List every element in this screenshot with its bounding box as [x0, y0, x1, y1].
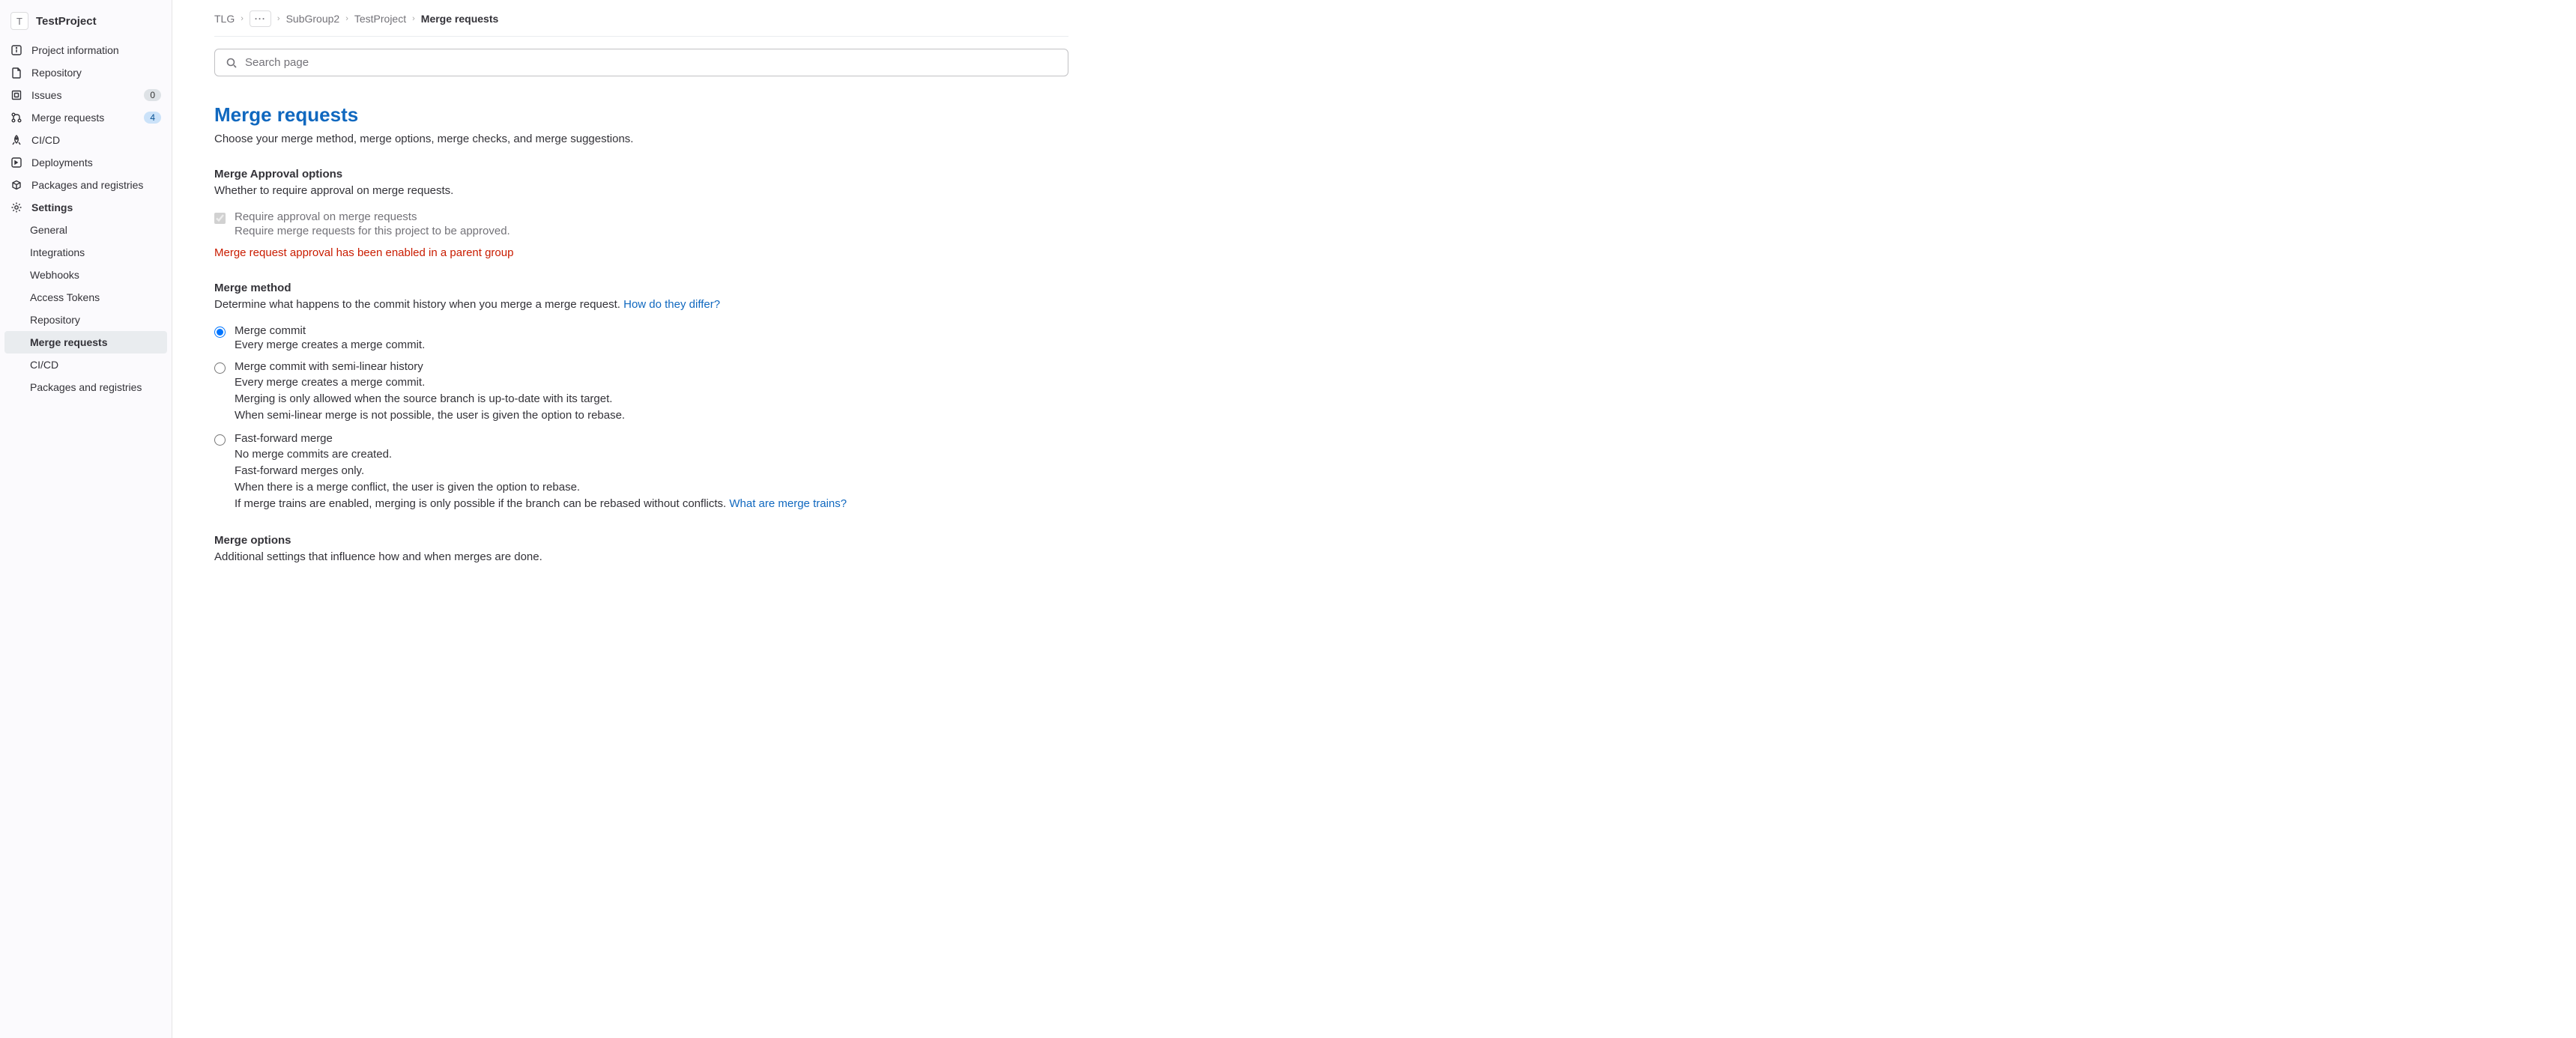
merge-method-option-fastforward[interactable]: Fast-forward merge No merge commits are …: [214, 432, 1068, 512]
sidebar-item-issues[interactable]: Issues 0: [0, 84, 172, 106]
sidebar: T TestProject Project information Reposi…: [0, 0, 172, 1038]
merge-method-section: Merge method Determine what happens to t…: [214, 282, 1068, 512]
fast-forward-label: Fast-forward merge: [235, 432, 847, 445]
project-header[interactable]: T TestProject: [0, 6, 172, 39]
chevron-right-icon: ›: [345, 14, 348, 23]
sidebar-sub-label: Repository: [30, 314, 161, 326]
sidebar-item-project-info[interactable]: Project information: [0, 39, 172, 61]
sidebar-item-merge-requests[interactable]: Merge requests 4: [0, 106, 172, 129]
sidebar-item-settings[interactable]: Settings: [0, 196, 172, 219]
sidebar-sub-label: Access Tokens: [30, 291, 161, 303]
sidebar-sub-merge-requests[interactable]: Merge requests: [4, 331, 167, 353]
document-icon: [10, 67, 22, 79]
merge-options-desc: Additional settings that influence how a…: [214, 550, 1068, 563]
merge-method-title: Merge method: [214, 282, 1068, 294]
sidebar-item-packages[interactable]: Packages and registries: [0, 174, 172, 196]
sidebar-sub-packages[interactable]: Packages and registries: [0, 376, 172, 398]
sidebar-sub-label: Integrations: [30, 246, 161, 258]
page-title: Merge requests: [214, 103, 1068, 127]
merge-method-help-link[interactable]: How do they differ?: [623, 298, 720, 311]
sidebar-item-label: Packages and registries: [31, 179, 161, 191]
search-page[interactable]: [214, 49, 1068, 76]
breadcrumb-item-current: Merge requests: [421, 13, 498, 25]
merge-commit-sub: Every merge creates a merge commit.: [235, 339, 425, 351]
require-approval-label: Require approval on merge requests: [235, 210, 510, 223]
settings-subnav: General Integrations Webhooks Access Tok…: [0, 219, 172, 398]
issues-icon: [10, 89, 22, 101]
sidebar-sub-webhooks[interactable]: Webhooks: [0, 264, 172, 286]
fast-forward-radio[interactable]: [214, 434, 226, 446]
sidebar-badge: 0: [144, 89, 161, 101]
main-content: TLG › ··· › SubGroup2 › TestProject › Me…: [172, 0, 2576, 1038]
info-icon: [10, 44, 22, 56]
sidebar-sub-label: Packages and registries: [30, 381, 161, 393]
sidebar-sub-label: General: [30, 224, 161, 236]
require-approval-option: Require approval on merge requests Requi…: [214, 210, 1068, 237]
package-icon: [10, 179, 22, 191]
merge-method-option-semilinear[interactable]: Merge commit with semi-linear history Ev…: [214, 360, 1068, 423]
merge-commit-radio[interactable]: [214, 327, 226, 338]
sidebar-badge: 4: [144, 112, 161, 124]
sidebar-item-label: Settings: [31, 201, 161, 213]
semi-linear-sub: Every merge creates a merge commit. Merg…: [235, 374, 625, 423]
chevron-right-icon: ›: [412, 14, 415, 23]
sidebar-item-label: CI/CD: [31, 134, 161, 146]
project-avatar: T: [10, 12, 28, 30]
rocket-icon: [10, 134, 22, 146]
breadcrumb: TLG › ··· › SubGroup2 › TestProject › Me…: [214, 10, 1068, 37]
approval-title: Merge Approval options: [214, 168, 1068, 180]
search-icon: [226, 57, 238, 69]
merge-options-section: Merge options Additional settings that i…: [214, 534, 1068, 563]
sidebar-item-label: Project information: [31, 44, 161, 56]
deploy-icon: [10, 157, 22, 169]
breadcrumb-item[interactable]: TestProject: [354, 13, 406, 25]
sidebar-sub-integrations[interactable]: Integrations: [0, 241, 172, 264]
chevron-right-icon: ›: [277, 14, 280, 23]
sidebar-item-label: Repository: [31, 67, 161, 79]
sidebar-sub-label: Webhooks: [30, 269, 161, 281]
page-description: Choose your merge method, merge options,…: [214, 133, 1068, 145]
merge-icon: [10, 112, 22, 124]
sidebar-sub-cicd[interactable]: CI/CD: [0, 353, 172, 376]
sidebar-item-label: Merge requests: [31, 112, 135, 124]
sidebar-item-label: Deployments: [31, 157, 161, 169]
semi-linear-label: Merge commit with semi-linear history: [235, 360, 625, 373]
approval-desc: Whether to require approval on merge req…: [214, 184, 1068, 197]
semi-linear-radio[interactable]: [214, 362, 226, 374]
breadcrumb-ellipsis-button[interactable]: ···: [250, 10, 271, 27]
fast-forward-sub-text: No merge commits are created. Fast-forwa…: [235, 448, 729, 509]
approval-section: Merge Approval options Whether to requir…: [214, 168, 1068, 259]
require-approval-checkbox: [214, 213, 226, 224]
search-input[interactable]: [245, 56, 1057, 69]
sidebar-item-repository[interactable]: Repository: [0, 61, 172, 84]
sidebar-sub-general[interactable]: General: [0, 219, 172, 241]
chevron-right-icon: ›: [241, 14, 244, 23]
sidebar-sub-label: CI/CD: [30, 359, 161, 371]
merge-method-desc: Determine what happens to the commit his…: [214, 298, 1068, 311]
approval-warning: Merge request approval has been enabled …: [214, 246, 1068, 259]
merge-method-desc-text: Determine what happens to the commit his…: [214, 298, 623, 311]
sidebar-sub-label: Merge requests: [30, 336, 157, 348]
merge-trains-link[interactable]: What are merge trains?: [729, 497, 847, 510]
project-name: TestProject: [36, 15, 97, 28]
sidebar-item-deployments[interactable]: Deployments: [0, 151, 172, 174]
sidebar-sub-access-tokens[interactable]: Access Tokens: [0, 286, 172, 309]
require-approval-sub: Require merge requests for this project …: [235, 225, 510, 237]
breadcrumb-item[interactable]: SubGroup2: [286, 13, 340, 25]
merge-method-option-commit[interactable]: Merge commit Every merge creates a merge…: [214, 324, 1068, 351]
fast-forward-sub: No merge commits are created. Fast-forwa…: [235, 446, 847, 512]
breadcrumb-item[interactable]: TLG: [214, 13, 235, 25]
sidebar-sub-repository[interactable]: Repository: [0, 309, 172, 331]
gear-icon: [10, 201, 22, 213]
merge-options-title: Merge options: [214, 534, 1068, 547]
sidebar-item-label: Issues: [31, 89, 135, 101]
sidebar-item-cicd[interactable]: CI/CD: [0, 129, 172, 151]
merge-commit-label: Merge commit: [235, 324, 425, 337]
